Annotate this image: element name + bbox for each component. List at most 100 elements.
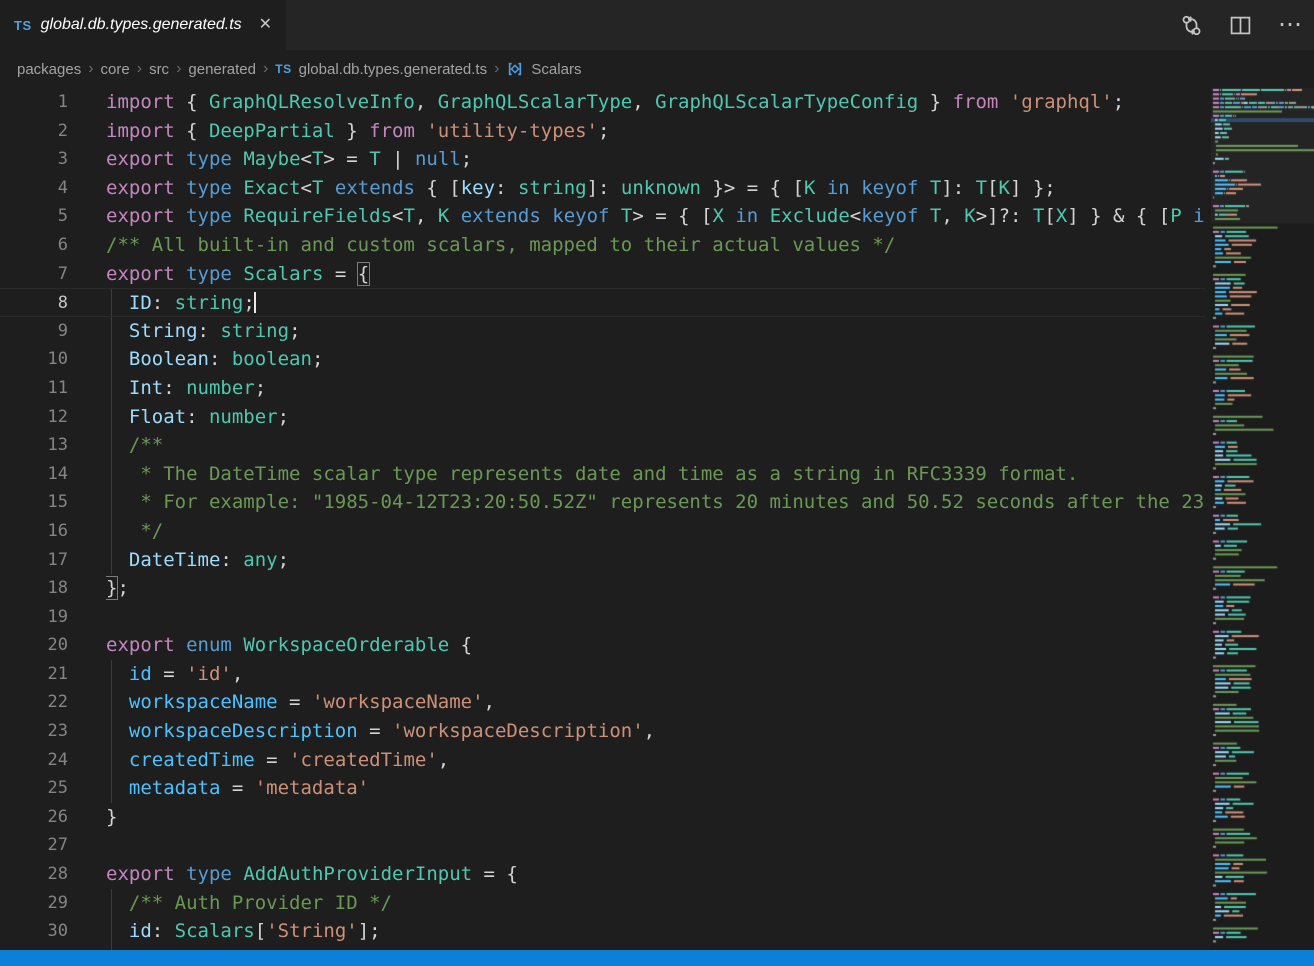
- breadcrumb-item-file[interactable]: global.db.types.generated.ts: [299, 61, 487, 78]
- code-text: Float: number;: [106, 403, 1205, 432]
- code-line[interactable]: 24 createdTime = 'createdTime',: [0, 746, 1205, 775]
- code-line[interactable]: 17 DateTime: any;: [0, 546, 1205, 575]
- line-number: 19: [0, 603, 68, 632]
- breadcrumb-separator-icon: ›: [176, 60, 181, 78]
- code-text: import { DeepPartial } from 'utility-typ…: [106, 117, 1205, 146]
- code-line[interactable]: 29 /** Auth Provider ID */: [0, 889, 1205, 918]
- code-text: * For example: "1985-04-12T23:20:50.52Z"…: [106, 488, 1205, 517]
- indent-guide: [111, 774, 112, 803]
- code-text: Int: number;: [106, 374, 1205, 403]
- code-area[interactable]: 1import { GraphQLResolveInfo, GraphQLSca…: [0, 88, 1205, 950]
- code-text: export type Maybe<T> = T | null;: [106, 145, 1205, 174]
- code-text: Boolean: boolean;: [106, 345, 1205, 374]
- indent-guide: [111, 688, 112, 717]
- indent-guide: [111, 460, 112, 489]
- code-line[interactable]: 3export type Maybe<T> = T | null;: [0, 145, 1205, 174]
- code-text: * The DateTime scalar type represents da…: [106, 460, 1205, 489]
- code-text: }: [106, 803, 1205, 832]
- code-text: export type RequireFields<T, K extends k…: [106, 202, 1205, 231]
- code-line[interactable]: 19: [0, 603, 1205, 632]
- code-line[interactable]: 25 metadata = 'metadata': [0, 774, 1205, 803]
- code-text: String: string;: [106, 317, 1205, 346]
- code-line[interactable]: 6/** All built-in and custom scalars, ma…: [0, 231, 1205, 260]
- tab-filename: global.db.types.generated.ts: [41, 16, 242, 34]
- line-number: 16: [0, 517, 68, 546]
- code-line[interactable]: 26}: [0, 803, 1205, 832]
- code-line[interactable]: 1import { GraphQLResolveInfo, GraphQLSca…: [0, 88, 1205, 117]
- code-line[interactable]: 18};: [0, 574, 1205, 603]
- code-line[interactable]: 15 * For example: "1985-04-12T23:20:50.5…: [0, 488, 1205, 517]
- code-text: id: Scalars['String'];: [106, 917, 1205, 946]
- code-line[interactable]: 22 workspaceName = 'workspaceName',: [0, 688, 1205, 717]
- code-line[interactable]: 30 id: Scalars['String'];: [0, 917, 1205, 946]
- split-editor-icon[interactable]: [1229, 14, 1252, 37]
- code-text: ID: string;: [106, 289, 1205, 316]
- code-text: /** All built-in and custom scalars, map…: [106, 231, 1205, 260]
- breadcrumb-typescript-file-icon: TS: [275, 62, 291, 76]
- indent-guide: [111, 717, 112, 746]
- breadcrumb-separator-icon: ›: [137, 60, 142, 78]
- code-line[interactable]: 28 export type AddAuthProviderInput = {: [0, 860, 1205, 889]
- tab-global-db-types-generated[interactable]: TS global.db.types.generated.ts ✕: [0, 0, 286, 50]
- code-text: DateTime: any;: [106, 546, 1205, 575]
- line-number: 9: [0, 317, 68, 346]
- code-text: metadata = 'metadata': [106, 774, 1205, 803]
- close-tab-icon[interactable]: ✕: [259, 17, 272, 33]
- more-actions-icon[interactable]: ⋯: [1278, 13, 1302, 37]
- minimap[interactable]: [1211, 88, 1314, 950]
- code-text: export type Scalars = {: [106, 260, 1205, 289]
- breadcrumb-item-symbol[interactable]: Scalars: [531, 61, 581, 78]
- code-text: export enum WorkspaceOrderable {: [106, 631, 1205, 660]
- code-line[interactable]: 16 */: [0, 517, 1205, 546]
- code-line[interactable]: 2import { DeepPartial } from 'utility-ty…: [0, 117, 1205, 146]
- code-text: createdTime = 'createdTime',: [106, 746, 1205, 775]
- breadcrumb-item-core[interactable]: core: [101, 61, 130, 78]
- status-bar[interactable]: [0, 950, 1314, 966]
- code-line[interactable]: 12 Float: number;: [0, 403, 1205, 432]
- indent-guide: [111, 289, 112, 316]
- code-text: [106, 831, 1205, 860]
- code-text: id = 'id',: [106, 660, 1205, 689]
- code-line[interactable]: 13 /**: [0, 431, 1205, 460]
- code-line[interactable]: 31 /** Auth Provider Name */: [0, 946, 1205, 950]
- code-line[interactable]: 5 export type RequireFields<T, K extends …: [0, 202, 1205, 231]
- code-line[interactable]: 11 Int: number;: [0, 374, 1205, 403]
- code-line[interactable]: 27: [0, 831, 1205, 860]
- code-line[interactable]: 20export enum WorkspaceOrderable {: [0, 631, 1205, 660]
- code-text: /**: [106, 431, 1205, 460]
- tab-bar: TS global.db.types.generated.ts ✕: [0, 0, 1314, 50]
- indent-guide: [111, 431, 112, 460]
- breadcrumb-item-src[interactable]: src: [149, 61, 169, 78]
- symbol-type-icon: [506, 60, 524, 78]
- breadcrumb-item-generated[interactable]: generated: [188, 61, 256, 78]
- breadcrumb-separator-icon: ›: [494, 60, 499, 78]
- open-changes-icon[interactable]: [1180, 14, 1203, 37]
- code-line[interactable]: 23 workspaceDescription = 'workspaceDesc…: [0, 717, 1205, 746]
- code-line[interactable]: 9 String: string;: [0, 317, 1205, 346]
- code-text: /** Auth Provider ID */: [106, 889, 1205, 918]
- code-line[interactable]: 14 * The DateTime scalar type represents…: [0, 460, 1205, 489]
- line-number: 28: [0, 860, 68, 889]
- code-line[interactable]: 4export type Exact<T extends { [key: str…: [0, 174, 1205, 203]
- line-number: 17: [0, 546, 68, 575]
- indent-guide: [111, 546, 112, 575]
- breadcrumb-separator-icon: ›: [88, 60, 93, 78]
- breadcrumb-item-packages[interactable]: packages: [17, 61, 81, 78]
- indent-guide: [111, 660, 112, 689]
- line-number: 12: [0, 403, 68, 432]
- indent-guide: [111, 345, 112, 374]
- line-number: 5: [0, 202, 68, 231]
- line-number: 13: [0, 431, 68, 460]
- code-text: export type Exact<T extends { [key: stri…: [106, 174, 1205, 203]
- indent-guide: [111, 403, 112, 432]
- code-line[interactable]: 8 ID: string;: [0, 288, 1205, 317]
- typescript-file-icon: TS: [14, 18, 32, 33]
- editor[interactable]: 1import { GraphQLResolveInfo, GraphQLSca…: [0, 88, 1314, 950]
- code-line[interactable]: 7export type Scalars = {: [0, 260, 1205, 289]
- code-text: /** Auth Provider Name */: [106, 946, 1205, 950]
- indent-guide: [111, 374, 112, 403]
- line-number: 24: [0, 746, 68, 775]
- code-text: export type AddAuthProviderInput = {: [106, 860, 1205, 889]
- code-line[interactable]: 10 Boolean: boolean;: [0, 345, 1205, 374]
- code-line[interactable]: 21 id = 'id',: [0, 660, 1205, 689]
